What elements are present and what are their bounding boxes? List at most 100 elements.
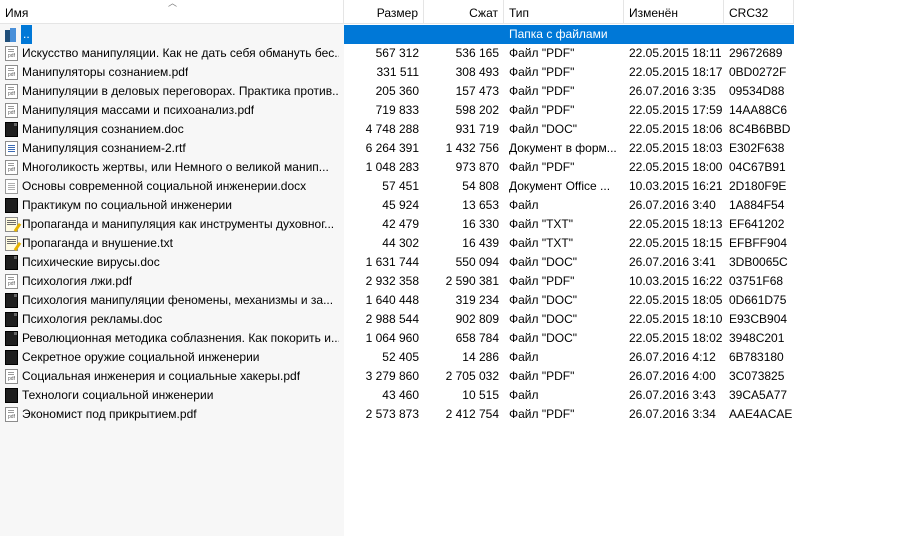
file-crc: 3948C201 — [729, 331, 785, 345]
file-packed-size: 536 165 — [455, 46, 499, 60]
file-name-cell[interactable]: Революционная методика соблазнения. Как … — [0, 329, 344, 348]
file-row[interactable]: Практикум по социальной инженерии 45 924 1… — [0, 196, 906, 215]
file-packed-size: 54 808 — [462, 179, 499, 193]
file-name-cell[interactable]: Социальная инженерия и социальные хакеры… — [0, 367, 344, 386]
file-row[interactable]: Технологи социальной инженерии 43 460 10 5… — [0, 386, 906, 405]
file-modified: 22.05.2015 18:00 — [629, 160, 723, 174]
file-row[interactable]: Пропаганда и манипуляция как инструменты… — [0, 215, 906, 234]
column-header-type-label: Тип — [509, 6, 530, 20]
file-size: 1 640 448 — [365, 293, 419, 307]
file-modified: 22.05.2015 18:02 — [629, 331, 723, 345]
doc-file-icon — [5, 255, 18, 270]
file-row[interactable]: Манипуляции в деловых переговорах. Практ… — [0, 82, 906, 101]
file-size: 205 360 — [375, 84, 419, 98]
file-name: Искусство манипуляции. Как не дать себя … — [22, 46, 339, 60]
file-modified: 26.07.2016 3:41 — [629, 255, 716, 269]
file-crc: 0D661D75 — [729, 293, 787, 307]
file-row[interactable]: Психология манипуляции феномены, механиз… — [0, 291, 906, 310]
file-name-cell[interactable]: Пропаганда и манипуляция как инструменты… — [0, 215, 344, 234]
file-row[interactable]: Основы современной социальной инженерии.… — [0, 177, 906, 196]
file-type: Файл "PDF" — [509, 103, 575, 117]
file-row[interactable]: Социальная инженерия и социальные хакеры… — [0, 367, 906, 386]
file-name-cell[interactable]: Психические вирусы.doc — [0, 253, 344, 272]
file-name-cell[interactable]: Манипуляция сознанием-2.rtf — [0, 139, 344, 158]
file-row[interactable]: Революционная методика соблазнения. Как … — [0, 329, 906, 348]
file-row[interactable]: Манипуляция сознанием-2.rtf 6 264 391 1 43… — [0, 139, 906, 158]
file-row[interactable]: Секретное оружие социальной инженерии 52 … — [0, 348, 906, 367]
file-name-cell[interactable]: Экономист под прикрытием.pdf — [0, 405, 344, 424]
column-header-size[interactable]: Размер — [344, 0, 424, 24]
file-name-cell[interactable]: Основы современной социальной инженерии.… — [0, 177, 344, 196]
file-name-cell[interactable]: Манипуляторы сознанием.pdf — [0, 63, 344, 82]
file-row[interactable]: Психология рекламы.doc 2 988 544 902 809 Фа… — [0, 310, 906, 329]
file-name-cell[interactable]: Секретное оружие социальной инженерии — [0, 348, 344, 367]
file-name: Практикум по социальной инженерии — [22, 198, 232, 212]
file-packed-size: 658 784 — [455, 331, 499, 345]
file-row[interactable]: Манипуляторы сознанием.pdf 331 511 308 493… — [0, 63, 906, 82]
file-name-cell[interactable]: Манипуляции в деловых переговорах. Практ… — [0, 82, 344, 101]
file-name-cell[interactable]: Манипуляция сознанием.doc — [0, 120, 344, 139]
file-name-cell[interactable]: Манипуляция массами и психоанализ.pdf — [0, 101, 344, 120]
file-name-cell[interactable]: Многоликость жертвы, или Немного о велик… — [0, 158, 344, 177]
column-header-crc[interactable]: CRC32 — [724, 0, 794, 24]
file-size: 3 279 860 — [365, 369, 419, 383]
file-name: Пропаганда и внушение.txt — [22, 236, 173, 250]
file-name: Манипуляция сознанием-2.rtf — [22, 141, 186, 155]
column-header-type[interactable]: Тип — [504, 0, 624, 24]
column-header-packed-label: Сжат — [469, 6, 498, 20]
file-type: Файл "DOC" — [509, 255, 578, 269]
file-crc: EFBFF904 — [729, 236, 788, 250]
file-row[interactable]: Манипуляция массами и психоанализ.pdf 719… — [0, 101, 906, 120]
file-name-cell[interactable]: .. — [0, 25, 344, 44]
file-name-cell[interactable]: Психология манипуляции феномены, механиз… — [0, 291, 344, 310]
file-name: Психические вирусы.doc — [22, 255, 160, 269]
file-packed-size: 319 234 — [455, 293, 499, 307]
file-name-cell[interactable]: Пропаганда и внушение.txt — [0, 234, 344, 253]
column-header-packed[interactable]: Сжат — [424, 0, 504, 24]
file-size: 1 064 960 — [365, 331, 419, 345]
file-size: 52 405 — [382, 350, 419, 364]
file-modified: 26.07.2016 4:00 — [629, 369, 716, 383]
file-name: Социальная инженерия и социальные хакеры… — [22, 369, 301, 383]
file-modified: 26.07.2016 3:43 — [629, 388, 716, 402]
pdf-file-icon — [5, 46, 18, 61]
file-row[interactable]: Многоликость жертвы, или Немного о велик… — [0, 158, 906, 177]
generic-file-icon — [5, 350, 18, 365]
file-name-cell[interactable]: Психология лжи.pdf — [0, 272, 344, 291]
column-header-modified[interactable]: Изменён — [624, 0, 724, 24]
file-row[interactable]: Экономист под прикрытием.pdf 2 573 873 2 4… — [0, 405, 906, 424]
file-type: Файл "PDF" — [509, 369, 575, 383]
file-row[interactable]: Пропаганда и внушение.txt 44 302 16 439 Фай… — [0, 234, 906, 253]
pdf-file-icon — [5, 103, 18, 118]
file-modified: 10.03.2015 16:21 — [629, 179, 723, 193]
file-name: Пропаганда и манипуляция как инструменты… — [22, 217, 335, 231]
sort-ascending-icon: ︿ — [168, 0, 178, 8]
file-row[interactable]: Психология лжи.pdf 2 932 358 2 590 381 Файл… — [0, 272, 906, 291]
file-name: Манипуляция массами и психоанализ.pdf — [22, 103, 255, 117]
file-size: 45 924 — [382, 198, 419, 212]
file-type: Файл "PDF" — [509, 407, 575, 421]
file-name-cell[interactable]: Искусство манипуляции. Как не дать себя … — [0, 44, 344, 63]
file-type: Папка с файлами — [504, 25, 624, 44]
file-crc: EF641202 — [729, 217, 785, 231]
file-type: Файл — [509, 198, 539, 212]
file-modified: 26.07.2016 4:12 — [629, 350, 716, 364]
pdf-file-icon — [5, 274, 18, 289]
file-row[interactable]: Искусство манипуляции. Как не дать себя … — [0, 44, 906, 63]
file-name-cell[interactable]: Практикум по социальной инженерии — [0, 196, 344, 215]
file-name: Многоликость жертвы, или Немного о велик… — [22, 160, 329, 174]
doc-file-icon — [5, 293, 18, 308]
file-modified: 10.03.2015 16:22 — [629, 274, 723, 288]
file-type: Файл "PDF" — [509, 160, 575, 174]
file-row[interactable]: Манипуляция сознанием.doc 4 748 288 931 71… — [0, 120, 906, 139]
column-header-name[interactable]: Имя ︿ — [0, 0, 344, 24]
file-packed-size: 16 439 — [462, 236, 499, 250]
file-name-cell[interactable]: Технологи социальной инженерии — [0, 386, 344, 405]
file-name-cell[interactable]: Психология рекламы.doc — [0, 310, 344, 329]
file-row[interactable]: Психические вирусы.doc 1 631 744 550 094 Фа… — [0, 253, 906, 272]
rtf-file-icon — [5, 141, 18, 156]
file-modified: 22.05.2015 18:15 — [629, 236, 723, 250]
file-packed-size: 550 094 — [455, 255, 499, 269]
file-packed-size: 1 432 756 — [445, 141, 499, 155]
file-row[interactable]: .. Папка с файлами — [0, 25, 906, 44]
